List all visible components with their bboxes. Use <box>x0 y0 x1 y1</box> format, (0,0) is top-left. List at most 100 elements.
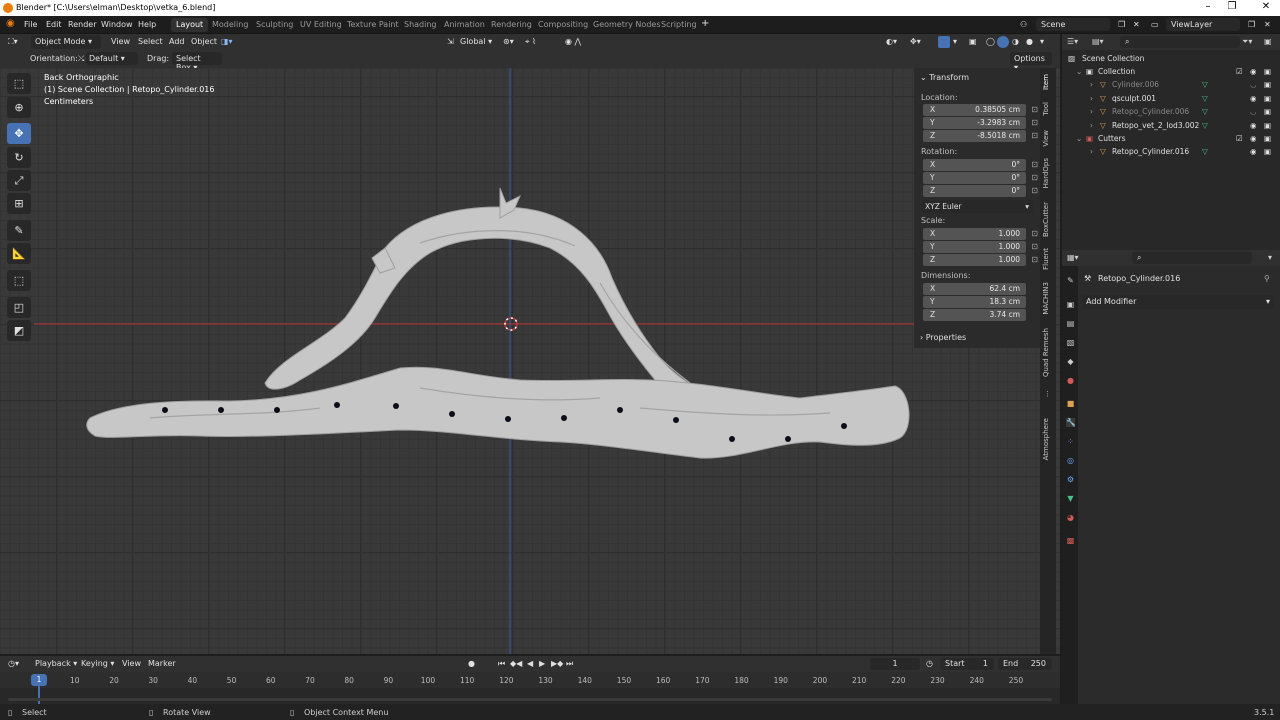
snap-icon[interactable]: ⌖ ⌇ <box>525 37 536 47</box>
material-shading-icon[interactable]: ◑ <box>1012 37 1019 46</box>
rendered-shading-icon[interactable]: ● <box>1026 37 1033 46</box>
current-frame-field[interactable]: 1 <box>870 658 920 670</box>
exclude-checkbox[interactable]: ☑ <box>1236 134 1243 143</box>
overlays-dropdown-icon[interactable]: ▾ <box>953 37 957 46</box>
data-tab-icon[interactable]: ▼ <box>1066 494 1075 503</box>
mesh-data-icon[interactable]: ▽ <box>1202 107 1208 116</box>
modifier-tab-icon[interactable]: 🔧 <box>1066 418 1076 427</box>
blender-menu-icon[interactable]: ◉ <box>6 18 15 29</box>
tab-rendering[interactable]: Rendering <box>486 18 537 32</box>
prev-keyframe-button[interactable]: ◆◀ <box>510 659 522 668</box>
outliner-row[interactable]: ⌄ ▣ Collection ☑ ◉ ▣ <box>1062 66 1280 79</box>
pin-icon[interactable]: ⚲ <box>1264 274 1270 283</box>
outliner-search-input[interactable]: ⌕ <box>1120 36 1240 48</box>
render-camera-icon[interactable]: ▣ <box>1264 107 1271 116</box>
outliner-row[interactable]: › ▽ Cylinder.006 ▽ ◡ ▣ <box>1062 79 1280 92</box>
dimensions-z-field[interactable]: Z 3.74 cm <box>923 309 1026 321</box>
render-camera-icon[interactable]: ▣ <box>1264 121 1271 130</box>
next-keyframe-button[interactable]: ▶◆ <box>551 659 563 668</box>
object-tab-icon[interactable]: ■ <box>1066 399 1075 408</box>
outliner-row-scene-collection[interactable]: ▨ Scene Collection <box>1062 53 1280 66</box>
rotate-tool[interactable]: ↻ <box>7 147 31 168</box>
lock-icon[interactable]: ⊡ <box>1031 229 1038 238</box>
tab-hardops[interactable]: HardOps <box>1042 158 1050 188</box>
view-menu[interactable]: View <box>111 37 130 46</box>
chevron-right-icon[interactable]: › <box>1090 80 1093 89</box>
marker-menu[interactable]: Marker <box>148 659 176 668</box>
transform-tool[interactable]: ⊞ <box>7 193 31 214</box>
dimensions-y-field[interactable]: Y 18.3 cm <box>923 296 1026 308</box>
rotation-x-field[interactable]: X 0° ⊡ <box>923 159 1038 171</box>
wireframe-shading-icon[interactable]: ◯ <box>986 37 995 46</box>
texture-tab-icon[interactable]: ▩ <box>1066 536 1075 545</box>
tab-view[interactable]: View <box>1042 130 1050 147</box>
display-mode-icon[interactable]: ▤▾ <box>1092 37 1104 46</box>
move-tool[interactable]: ✥ <box>7 123 31 144</box>
scale-y-field[interactable]: Y 1.000 ⊡ <box>923 241 1038 253</box>
tab-item[interactable]: Item <box>1042 74 1050 90</box>
exclude-checkbox[interactable]: ☑ <box>1236 67 1243 76</box>
tab-boxcutter[interactable]: BoxCutter <box>1042 202 1050 237</box>
transform-orientation-selector[interactable]: Global ▾ <box>460 37 492 46</box>
view-layer-selector[interactable]: ViewLayer <box>1166 18 1240 31</box>
constraints-tab-icon[interactable]: ⚙ <box>1066 475 1075 484</box>
start-frame-field[interactable]: Start 1 <box>940 658 994 670</box>
location-x-field[interactable]: X 0.38505 cm ⊡ <box>923 104 1038 116</box>
outliner-row[interactable]: › ▽ Retopo_vet_2_lod3.002 ▽ ◉ ▣ <box>1062 120 1280 133</box>
keying-menu[interactable]: Keying ▾ <box>81 659 114 668</box>
lock-icon[interactable]: ⊡ <box>1031 173 1038 182</box>
lock-icon[interactable]: ⊡ <box>1031 118 1038 127</box>
rotation-z-field[interactable]: Z 0° ⊡ <box>923 185 1038 197</box>
close-button[interactable]: ✕ <box>1256 1 1276 12</box>
render-camera-icon[interactable]: ▣ <box>1264 134 1271 143</box>
proportional-edit-icon[interactable]: ◉ ⋀ <box>565 37 581 46</box>
play-button[interactable]: ▶ <box>539 659 545 668</box>
xray-icon[interactable]: ▣ <box>969 37 977 46</box>
outliner-row[interactable]: › ▽ Retopo_Cylinder.016 ▽ ◉ ▣ <box>1062 146 1280 159</box>
mesh-data-icon[interactable]: ▽ <box>1202 121 1208 130</box>
new-scene-icon[interactable]: ❐ <box>1118 20 1125 29</box>
overlays-toggle-icon[interactable] <box>938 36 950 48</box>
end-frame-field[interactable]: End 250 <box>998 658 1052 670</box>
properties-options-icon[interactable]: ▾ <box>1268 253 1272 262</box>
menu-help[interactable]: Help <box>138 20 156 29</box>
timeline-editor-icon[interactable]: ◷▾ <box>8 659 19 668</box>
tab-modeling[interactable]: Modeling <box>207 18 253 32</box>
tool-tab-icon[interactable]: ✎ <box>1066 276 1075 285</box>
object-menu[interactable]: Object <box>191 37 217 46</box>
visibility-eye-icon[interactable]: ◡ <box>1250 107 1257 116</box>
editor-type-icon[interactable]: ⛶▾ <box>8 37 18 47</box>
visibility-eye-icon[interactable]: ◡ <box>1250 80 1257 89</box>
chevron-right-icon[interactable]: › <box>1090 107 1093 116</box>
delete-view-layer-icon[interactable]: ✕ <box>1264 20 1271 29</box>
tab-layout[interactable]: Layout <box>171 18 209 32</box>
chevron-right-icon[interactable]: › <box>1090 94 1093 103</box>
chevron-down-icon[interactable]: ⌄ <box>1076 67 1082 76</box>
visibility-eye-icon[interactable]: ◉ <box>1250 67 1257 76</box>
scale-z-field[interactable]: Z 1.000 ⊡ <box>923 254 1038 266</box>
render-camera-icon[interactable]: ▣ <box>1264 94 1271 103</box>
tab-atmosphere[interactable]: Atmosphere <box>1042 418 1050 460</box>
visibility-eye-icon[interactable]: ◉ <box>1250 121 1257 130</box>
particles-tab-icon[interactable]: ⁘ <box>1066 437 1075 446</box>
lock-icon[interactable]: ⊡ <box>1031 255 1038 264</box>
timeline[interactable]: 1 10 20 30 40 50 60 70 80 90 100 110 120 130 140 150 16… <box>0 672 1060 704</box>
orientation-selector[interactable]: Default ▾ <box>86 52 138 65</box>
tab-animation[interactable]: Animation <box>439 18 490 32</box>
tab-machin3[interactable]: MACHIN3 <box>1042 282 1050 315</box>
current-frame-indicator[interactable]: 1 <box>31 674 47 686</box>
pivot-icon[interactable]: ⊛▾ <box>503 37 514 46</box>
properties-search-input[interactable]: ⌕ <box>1132 252 1252 264</box>
minimize-button[interactable]: – <box>1198 1 1218 12</box>
output-tab-icon[interactable]: ▤ <box>1066 319 1075 328</box>
filter-icon[interactable]: ⏷▾ <box>1242 37 1252 47</box>
properties-panel-header[interactable]: › Properties <box>920 333 966 342</box>
properties-editor-icon[interactable]: ▦▾ <box>1067 253 1079 262</box>
visibility-eye-icon[interactable]: ◉ <box>1250 147 1257 156</box>
delete-scene-icon[interactable]: ✕ <box>1133 20 1140 29</box>
menu-edit[interactable]: Edit <box>46 20 62 29</box>
solid-shading-icon[interactable] <box>997 36 1009 48</box>
physics-tab-icon[interactable]: ◎ <box>1066 456 1075 465</box>
render-camera-icon[interactable]: ▣ <box>1264 80 1271 89</box>
outliner-editor-icon[interactable]: ☰▾ <box>1067 37 1078 46</box>
